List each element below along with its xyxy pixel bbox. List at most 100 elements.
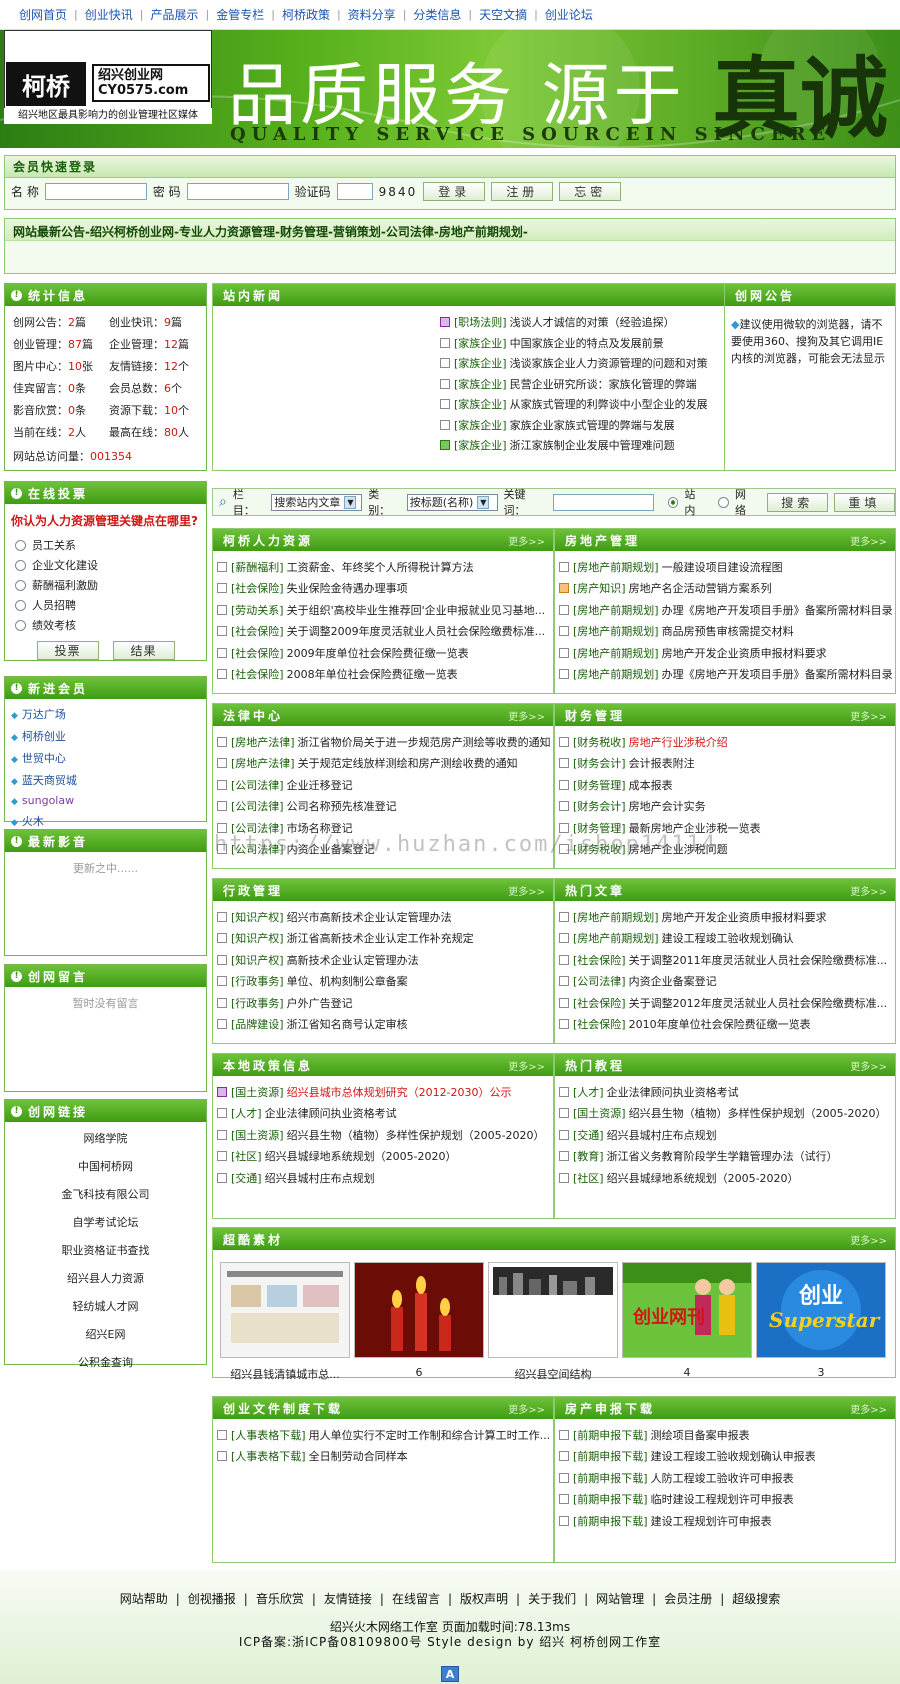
vote-button[interactable]: 投票 — [36, 641, 99, 660]
list-item[interactable]: [公司法律] 企业迁移登记 — [217, 774, 553, 796]
vote-option[interactable]: 企业文化建设 — [5, 555, 206, 575]
list-item[interactable]: [财务会计] 会计报表附注 — [559, 753, 895, 775]
column-select[interactable]: 搜索站内文章 ▼ — [271, 493, 363, 511]
more-link[interactable]: 更多>> — [850, 1401, 887, 1416]
news-item[interactable]: [家族企业] 民营企业研究所谈：家族化管理的弊端 — [440, 374, 730, 395]
list-item[interactable]: [教育] 浙江省义务教育阶段学生学籍管理办法（试行） — [559, 1146, 895, 1168]
list-item[interactable]: [薪酬福利] 工资薪金、年终奖个人所得税计算方法 — [217, 556, 553, 578]
member-item[interactable]: ◆ 万达广场 — [5, 703, 206, 725]
more-link[interactable]: 更多>> — [508, 1058, 545, 1073]
list-item[interactable]: [人才] 企业法律顾问执业资格考试 — [217, 1103, 553, 1125]
more-link[interactable]: 更多>> — [508, 1401, 545, 1416]
vote-option[interactable]: 员工关系 — [5, 535, 206, 555]
vote-option[interactable]: 人员招聘 — [5, 595, 206, 615]
list-item[interactable]: [行政事务] 户外广告登记 — [217, 992, 553, 1014]
member-item[interactable]: ◆ 柯桥创业 — [5, 725, 206, 747]
footer-link[interactable]: 友情链接 — [320, 1592, 376, 1606]
footer-link[interactable]: 音乐欣赏 — [252, 1592, 308, 1606]
nav-item[interactable]: 资料分享 — [341, 6, 403, 23]
list-item[interactable]: [前期申报下载] 测绘项目备案申报表 — [559, 1424, 895, 1446]
results-button[interactable]: 结果 — [112, 641, 175, 660]
member-item[interactable]: ◆ 世贸中心 — [5, 747, 206, 769]
list-item[interactable]: [前期申报下载] 建设工程规划许可申报表 — [559, 1510, 895, 1532]
footer-badge[interactable]: A — [441, 1666, 459, 1682]
list-item[interactable]: [社会保险] 关于调整2009年度灵活就业人员社会保险缴费标准... — [217, 621, 553, 643]
nav-item[interactable]: 金管专栏 — [209, 6, 271, 23]
list-item[interactable]: [财务管理] 成本报表 — [559, 774, 895, 796]
list-item[interactable]: [财务税收] 房地产行业涉税介绍 — [559, 731, 895, 753]
type-select[interactable]: 按标题(名称) ▼ — [406, 493, 498, 511]
news-item[interactable]: [家族企业] 从家族式管理的利弊谈中小型企业的发展 — [440, 394, 730, 415]
list-item[interactable]: [房地产前期规划] 商品房预售审核需提交材料 — [559, 621, 895, 643]
captcha-input[interactable] — [336, 183, 373, 200]
more-link[interactable]: 更多>> — [508, 708, 545, 723]
list-item[interactable]: [社区] 绍兴县城绿地系统规划（2005-2020） — [217, 1146, 553, 1168]
list-item[interactable]: [房地产前期规划] 房地产开发企业资质申报材料要求 — [559, 642, 895, 664]
list-item[interactable]: [房地产法律] 关于规范定线放样测绘和房产测绘收费的通知 — [217, 753, 553, 775]
site-radio[interactable] — [667, 496, 679, 508]
list-item[interactable]: [国土资源] 绍兴县生物（植物）多样性保护规划（2005-2020） — [217, 1124, 553, 1146]
list-item[interactable]: [人事表格下载] 全日制劳动合同样本 — [217, 1446, 553, 1468]
more-link[interactable]: 更多>> — [508, 533, 545, 548]
more-link[interactable]: 更多>> — [850, 1058, 887, 1073]
footer-link[interactable]: 版权声明 — [456, 1592, 512, 1606]
list-item[interactable]: [公司法律] 公司名称预先核准登记 — [217, 796, 553, 818]
footer-link[interactable]: 网站帮助 — [116, 1592, 172, 1606]
list-item[interactable]: [房地产前期规划] 房地产开发企业资质申报材料要求 — [559, 906, 895, 928]
friend-link[interactable]: 公积金查询 — [5, 1348, 206, 1376]
notice-marquee[interactable]: 网站最新公告-绍兴柯桥创业网-专业人力资源管理-财务管理-营销策划-公司法律-房… — [5, 219, 895, 241]
nav-item[interactable]: 创业快讯 — [78, 6, 140, 23]
list-item[interactable]: [房地产法律] 浙江省物价局关于进一步规范房产测绘等收费的通知 — [217, 731, 553, 753]
friend-link[interactable]: 金飞科技有限公司 — [5, 1180, 206, 1208]
reset-button[interactable]: 重填 — [833, 492, 895, 512]
password-input[interactable] — [186, 183, 289, 200]
member-item[interactable]: ◆ sungolaw — [5, 791, 206, 810]
more-link[interactable]: 更多>> — [850, 533, 887, 548]
news-item[interactable]: [职场法则] 浅谈人才诚信的对策（经验追探） — [440, 312, 730, 333]
vote-radio[interactable] — [15, 579, 26, 591]
list-item[interactable]: [知识产权] 绍兴市高新技术企业认定管理办法 — [217, 906, 553, 928]
list-item[interactable]: [品牌建设] 浙江省知名商号认定审核 — [217, 1014, 553, 1036]
list-item[interactable]: [房产知识] 房地产名企活动营销方案系列 — [559, 578, 895, 600]
friend-link[interactable]: 轻纺城人才网 — [5, 1292, 206, 1320]
gallery-item[interactable] — [220, 1262, 350, 1358]
footer-link[interactable]: 超级搜索 — [728, 1592, 784, 1606]
gallery-item[interactable] — [354, 1262, 484, 1358]
list-item[interactable]: [人才] 企业法律顾问执业资格考试 — [559, 1081, 895, 1103]
nav-item[interactable]: 天空文摘 — [472, 6, 534, 23]
list-item[interactable]: [人事表格下载] 用人单位实行不定时工作制和综合计算工时工作... — [217, 1424, 553, 1446]
username-input[interactable] — [44, 183, 147, 200]
friend-link[interactable]: 中国柯桥网 — [5, 1152, 206, 1180]
footer-link[interactable]: 创视播报 — [184, 1592, 240, 1606]
gallery-item[interactable]: 创业 Superstar — [756, 1262, 886, 1358]
nav-item[interactable]: 产品展示 — [143, 6, 205, 23]
gallery-more-link[interactable]: 更多>> — [850, 1232, 887, 1247]
list-item[interactable]: [前期申报下载] 临时建设工程规划许可申报表 — [559, 1489, 895, 1511]
vote-radio[interactable] — [15, 559, 26, 571]
vote-radio[interactable] — [15, 539, 26, 551]
search-button[interactable]: 搜索 — [766, 492, 828, 512]
login-button[interactable]: 登录 — [423, 182, 486, 201]
friend-link[interactable]: 自学考试论坛 — [5, 1208, 206, 1236]
list-item[interactable]: [房地产前期规划] 一般建设项目建设流程图 — [559, 556, 895, 578]
list-item[interactable]: [财务会计] 房地产会计实务 — [559, 796, 895, 818]
news-item[interactable]: [家族企业] 家族企业家族式管理的弊端与发展 — [440, 415, 730, 436]
nav-item[interactable]: 柯桥政策 — [275, 6, 337, 23]
more-link[interactable]: 更多>> — [850, 883, 887, 898]
footer-link[interactable]: 会员注册 — [660, 1592, 716, 1606]
footer-link[interactable]: 关于我们 — [524, 1592, 580, 1606]
list-item[interactable]: [交通] 绍兴县城村庄布点规划 — [217, 1167, 553, 1189]
list-item[interactable]: [劳动关系] 关于组织'高校毕业生推荐回'企业申报就业见习基地... — [217, 599, 553, 621]
news-item[interactable]: [家族企业] 浙江家族制企业发展中管理难问题 — [440, 435, 730, 456]
list-item[interactable]: [知识产权] 浙江省高新技术企业认定工作补充规定 — [217, 928, 553, 950]
news-item[interactable]: [家族企业] 浅谈家族企业人力资源管理的问题和对策 — [440, 353, 730, 374]
list-item[interactable]: [社区] 绍兴县城绿地系统规划（2005-2020） — [559, 1167, 895, 1189]
vote-option[interactable]: 薪酬福利激励 — [5, 575, 206, 595]
footer-link[interactable]: 网站管理 — [592, 1592, 648, 1606]
list-item[interactable]: [国土资源] 绍兴县生物（植物）多样性保护规划（2005-2020） — [559, 1103, 895, 1125]
nav-item[interactable]: 创业论坛 — [538, 6, 600, 23]
vote-radio[interactable] — [15, 619, 26, 631]
vote-option[interactable]: 绩效考核 — [5, 615, 206, 635]
more-link[interactable]: 更多>> — [508, 883, 545, 898]
list-item[interactable]: [房地产前期规划] 办理《房地产开发项目手册》备案所需材料目录 — [559, 599, 895, 621]
